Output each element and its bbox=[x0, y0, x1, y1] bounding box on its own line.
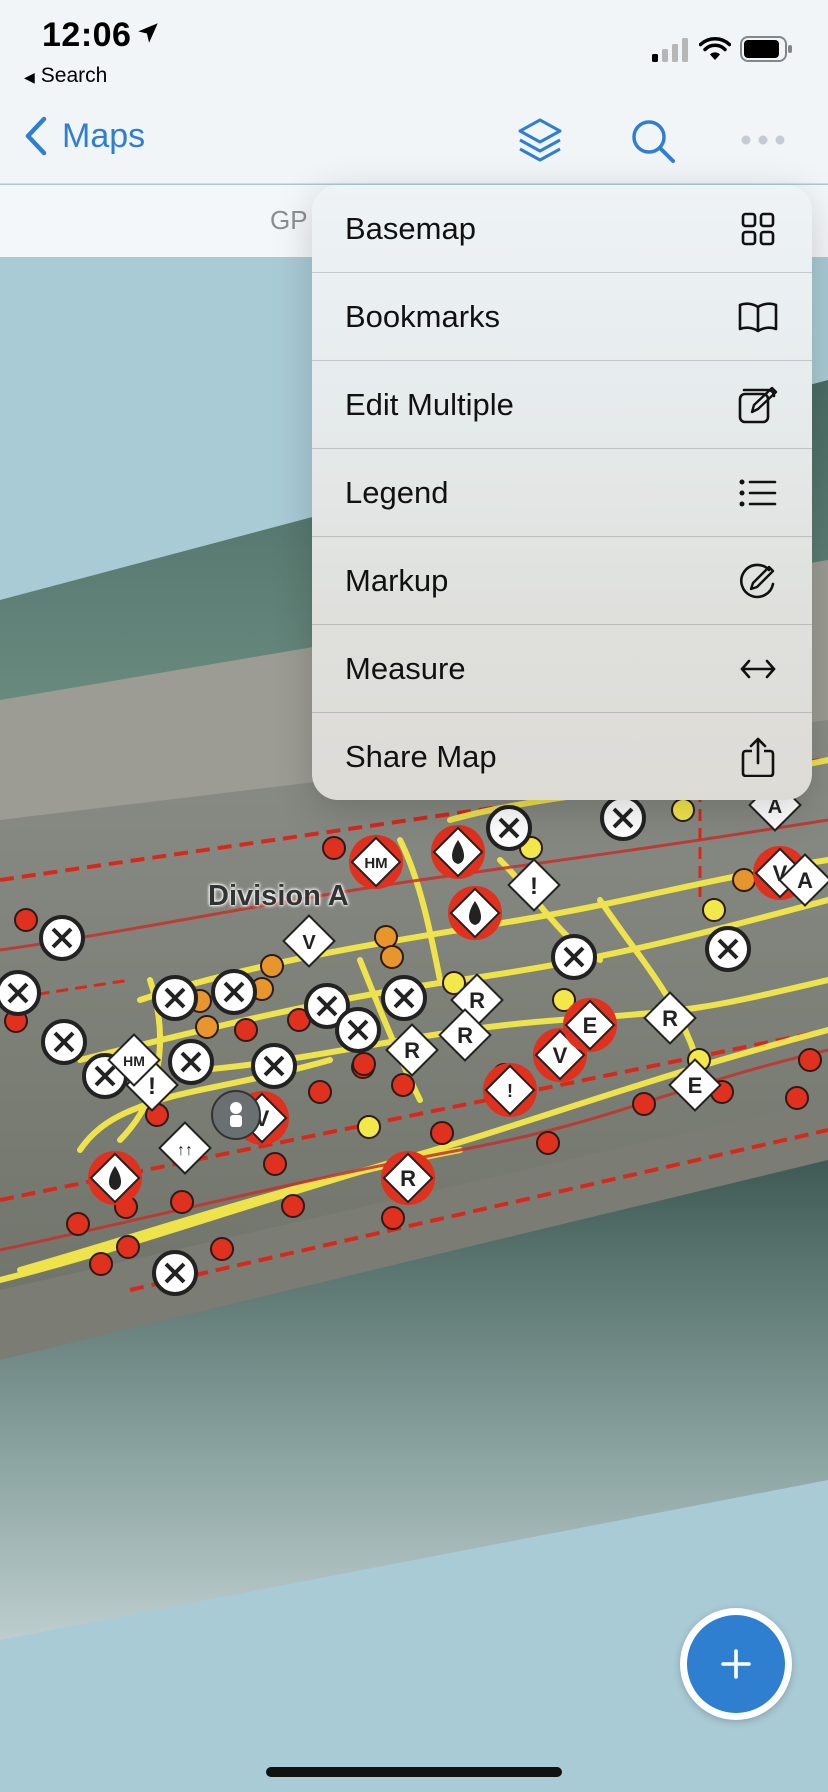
home-indicator[interactable] bbox=[266, 1767, 562, 1777]
back-label: Maps bbox=[62, 116, 146, 155]
plus-icon bbox=[721, 1649, 751, 1679]
more-menu: Basemap Bookmarks Edit Multiple Legend M… bbox=[312, 185, 812, 800]
svg-text:R: R bbox=[662, 1006, 678, 1031]
more-icon[interactable] bbox=[740, 134, 786, 146]
svg-text:E: E bbox=[583, 1013, 598, 1038]
menu-item-bookmarks[interactable]: Bookmarks bbox=[312, 273, 812, 361]
arrows-horizontal-icon bbox=[738, 649, 778, 689]
svg-text:R: R bbox=[469, 988, 485, 1013]
status-time: 12:06 bbox=[42, 16, 132, 54]
edit-square-icon bbox=[738, 385, 778, 425]
svg-text:!: ! bbox=[148, 1073, 156, 1100]
location-arrow-icon bbox=[138, 23, 158, 43]
chevron-left-icon bbox=[25, 116, 47, 156]
svg-text:V: V bbox=[302, 932, 316, 954]
back-to-app-link[interactable]: ◀ Search bbox=[24, 64, 107, 88]
menu-item-label: Measure bbox=[345, 651, 466, 686]
svg-text:E: E bbox=[688, 1073, 703, 1098]
menu-item-label: Basemap bbox=[345, 211, 476, 246]
add-feature-button[interactable] bbox=[680, 1608, 792, 1720]
svg-text:HM: HM bbox=[364, 855, 387, 872]
map-area-label: Division A bbox=[208, 880, 349, 912]
menu-item-label: Legend bbox=[345, 475, 449, 510]
menu-item-label: Markup bbox=[345, 563, 449, 598]
svg-text:HM: HM bbox=[123, 1053, 145, 1069]
svg-text:V: V bbox=[553, 1043, 568, 1068]
menu-item-label: Edit Multiple bbox=[345, 387, 514, 422]
status-bar: 12:06 ◀ Search bbox=[0, 0, 828, 100]
back-triangle-icon: ◀ bbox=[24, 69, 35, 85]
share-icon bbox=[738, 737, 778, 777]
svg-text:R: R bbox=[400, 1166, 416, 1191]
svg-text:↑↑: ↑↑ bbox=[177, 1142, 193, 1159]
wifi-icon bbox=[699, 37, 731, 60]
menu-item-markup[interactable]: Markup bbox=[312, 537, 812, 625]
svg-text:!: ! bbox=[530, 873, 538, 900]
svg-text:R: R bbox=[457, 1023, 473, 1048]
svg-text:A: A bbox=[797, 868, 813, 893]
menu-item-label: Share Map bbox=[345, 739, 497, 774]
book-icon bbox=[738, 297, 778, 337]
pen-circle-icon bbox=[738, 561, 778, 601]
svg-text:R: R bbox=[404, 1038, 420, 1063]
menu-item-basemap[interactable]: Basemap bbox=[312, 185, 812, 273]
add-feature-button-inner bbox=[687, 1615, 785, 1713]
back-app-label: Search bbox=[40, 64, 108, 87]
svg-text:!: ! bbox=[507, 1081, 513, 1101]
grid-icon bbox=[738, 209, 778, 249]
menu-item-edit-multiple[interactable]: Edit Multiple bbox=[312, 361, 812, 449]
menu-item-legend[interactable]: Legend bbox=[312, 449, 812, 537]
list-icon bbox=[738, 473, 778, 513]
layers-icon[interactable] bbox=[516, 116, 564, 164]
menu-item-measure[interactable]: Measure bbox=[312, 625, 812, 713]
search-icon[interactable] bbox=[630, 118, 676, 164]
menu-item-share-map[interactable]: Share Map bbox=[312, 713, 812, 800]
battery-icon bbox=[740, 36, 792, 62]
menu-item-label: Bookmarks bbox=[345, 299, 501, 334]
cellular-signal-icon bbox=[652, 38, 688, 62]
navigation-bar: Maps bbox=[0, 100, 828, 184]
maps-back-button[interactable]: Maps bbox=[24, 116, 145, 156]
subtitle-text: GP bbox=[270, 205, 308, 235]
